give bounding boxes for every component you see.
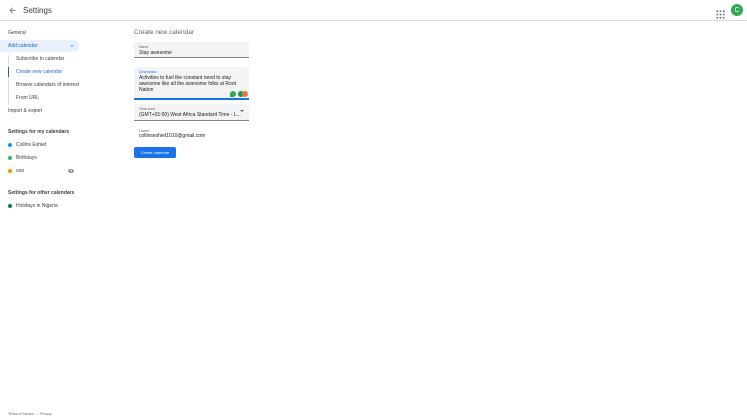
sidebar-item-from-url[interactable]: From URL (16, 95, 39, 102)
submenu-rail (8, 55, 9, 105)
name-field[interactable]: Name Stay awesome (134, 42, 249, 58)
apps-grid-icon (716, 10, 725, 19)
name-field-label: Name (139, 45, 149, 49)
arrow-back-icon (9, 7, 16, 14)
dropdown-arrow-icon (240, 110, 244, 112)
sidebar-item-subscribe-calendar[interactable]: Subscribe to calendar (16, 56, 64, 63)
sidebar-item-create-calendar[interactable]: Create new calendar (16, 69, 62, 76)
top-bar: Settings C (0, 0, 747, 21)
create-calendar-button[interactable]: Create calendar (134, 147, 176, 158)
visibility-off-icon[interactable] (68, 168, 74, 174)
other-calendars-heading: Settings for other calendars (8, 190, 75, 196)
name-field-value: Stay awesome (139, 50, 172, 56)
extension-icons (228, 89, 248, 98)
calendar-color-dot (8, 156, 12, 160)
terms-link[interactable]: Terms of Service (8, 412, 34, 416)
calendar-label: Birthdays (16, 155, 37, 161)
sidebar-item-general[interactable]: General (8, 30, 26, 37)
owner-field: Owner collinseshiet1010@gmail.com (134, 126, 249, 142)
settings-page: Settings C General Add calendar Subscrib… (0, 0, 747, 420)
google-apps-button[interactable] (716, 6, 725, 19)
calendar-item-holidays-nigeria[interactable]: Holidays in Nigeria (8, 202, 58, 210)
chevron-up-icon (70, 45, 74, 47)
sidebar-item-add-calendar[interactable]: Add calendar (0, 40, 79, 52)
calendar-color-dot (8, 204, 12, 208)
extension-badge-icon[interactable] (242, 90, 248, 97)
timezone-field-value: (GMT+01:00) West Africa Standard Time - … (139, 112, 241, 118)
back-button[interactable] (7, 5, 18, 16)
calendar-label: Holidays in Nigeria (16, 203, 58, 209)
submenu-active-indicator (8, 67, 9, 77)
form-title: Create new calendar (134, 29, 194, 36)
timezone-field-label: Time zone (139, 107, 156, 111)
description-line-2: awesome like all the awesome folks at Ro… (139, 81, 236, 87)
description-line-3: Nation (139, 87, 154, 93)
sidebar-item-label: Add calendar (8, 43, 38, 49)
calendar-item-collins-eshiet[interactable]: Collins Eshiet (8, 141, 46, 149)
calendar-color-dot (8, 169, 12, 173)
sidebar-item-browse-calendars[interactable]: Browse calendars of interest (16, 82, 79, 89)
description-field-label: Description (139, 70, 157, 74)
owner-field-value: collinseshiet1010@gmail.com (139, 133, 206, 139)
my-calendars-heading: Settings for my calendars (8, 129, 70, 135)
calendar-item-ooo[interactable]: ooo (8, 167, 78, 175)
privacy-link[interactable]: Privacy (40, 412, 51, 416)
calendar-label: Collins Eshiet (16, 142, 47, 148)
location-pin-icon[interactable] (230, 90, 236, 97)
footer-separator: – (36, 412, 39, 416)
footer-links: Terms of Service – Privacy (8, 412, 52, 416)
calendar-color-dot (8, 143, 12, 147)
calendar-label: ooo (16, 168, 25, 174)
calendar-item-birthdays[interactable]: Birthdays (8, 154, 37, 162)
timezone-select[interactable]: Time zone (GMT+01:00) West Africa Standa… (134, 104, 249, 121)
account-avatar[interactable]: C (731, 4, 743, 16)
page-title: Settings (23, 6, 52, 15)
sidebar-item-import-export[interactable]: Import & export (8, 108, 42, 115)
